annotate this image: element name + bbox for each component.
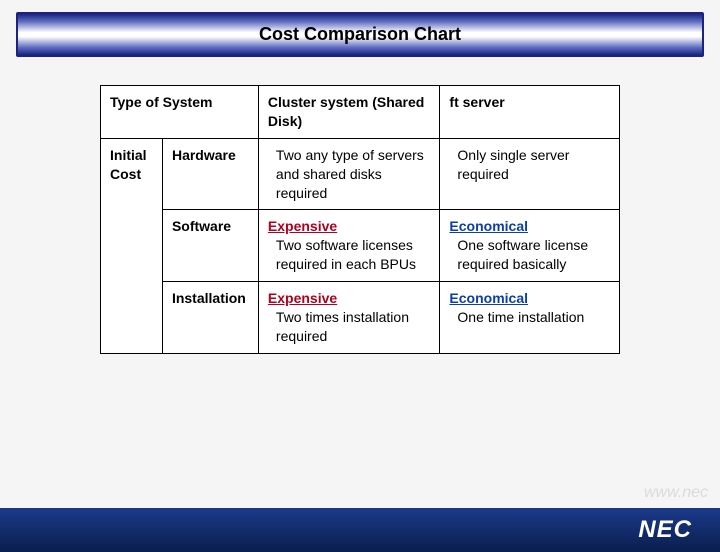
emphasis-economical: Economical — [449, 217, 610, 236]
emphasis-expensive: Expensive — [268, 217, 431, 236]
emphasis-economical: Economical — [449, 289, 610, 308]
cell-hardware-ft: Only single server required — [440, 138, 620, 210]
cell-software-ft: Economical One software license required… — [440, 210, 620, 282]
cell-software-cluster: Expensive Two software licenses required… — [258, 210, 440, 282]
footer-bar: NEC — [0, 508, 720, 552]
page-title: Cost Comparison Chart — [259, 24, 461, 44]
cell-text: Two software licenses required in each B… — [268, 236, 431, 274]
emphasis-expensive: Expensive — [268, 289, 431, 308]
header-cluster-system: Cluster system (Shared Disk) — [258, 86, 440, 139]
cell-text: One software license required basically — [449, 236, 610, 274]
cell-text: Only single server required — [449, 146, 610, 184]
table-row: Installation Expensive Two times install… — [101, 282, 620, 354]
table-header-row: Type of System Cluster system (Shared Di… — [101, 86, 620, 139]
comparison-table: Type of System Cluster system (Shared Di… — [100, 85, 620, 354]
row-group-initial-cost: Initial Cost — [101, 138, 163, 353]
title-bar: Cost Comparison Chart — [16, 12, 704, 57]
row-sub-hardware: Hardware — [162, 138, 258, 210]
table-row: Initial Cost Hardware Two any type of se… — [101, 138, 620, 210]
comparison-table-container: Type of System Cluster system (Shared Di… — [100, 85, 620, 354]
row-sub-software: Software — [162, 210, 258, 282]
cell-text: One time installation — [449, 308, 610, 327]
cell-text: Two any type of servers and shared disks… — [268, 146, 431, 203]
header-ft-server: ft server — [440, 86, 620, 139]
cell-hardware-cluster: Two any type of servers and shared disks… — [258, 138, 440, 210]
cell-installation-cluster: Expensive Two times installation require… — [258, 282, 440, 354]
background-watermark-text: www.nec — [644, 484, 708, 502]
cell-installation-ft: Economical One time installation — [440, 282, 620, 354]
table-row: Software Expensive Two software licenses… — [101, 210, 620, 282]
cell-text: Two times installation required — [268, 308, 431, 346]
header-type-of-system: Type of System — [101, 86, 259, 139]
row-sub-installation: Installation — [162, 282, 258, 354]
